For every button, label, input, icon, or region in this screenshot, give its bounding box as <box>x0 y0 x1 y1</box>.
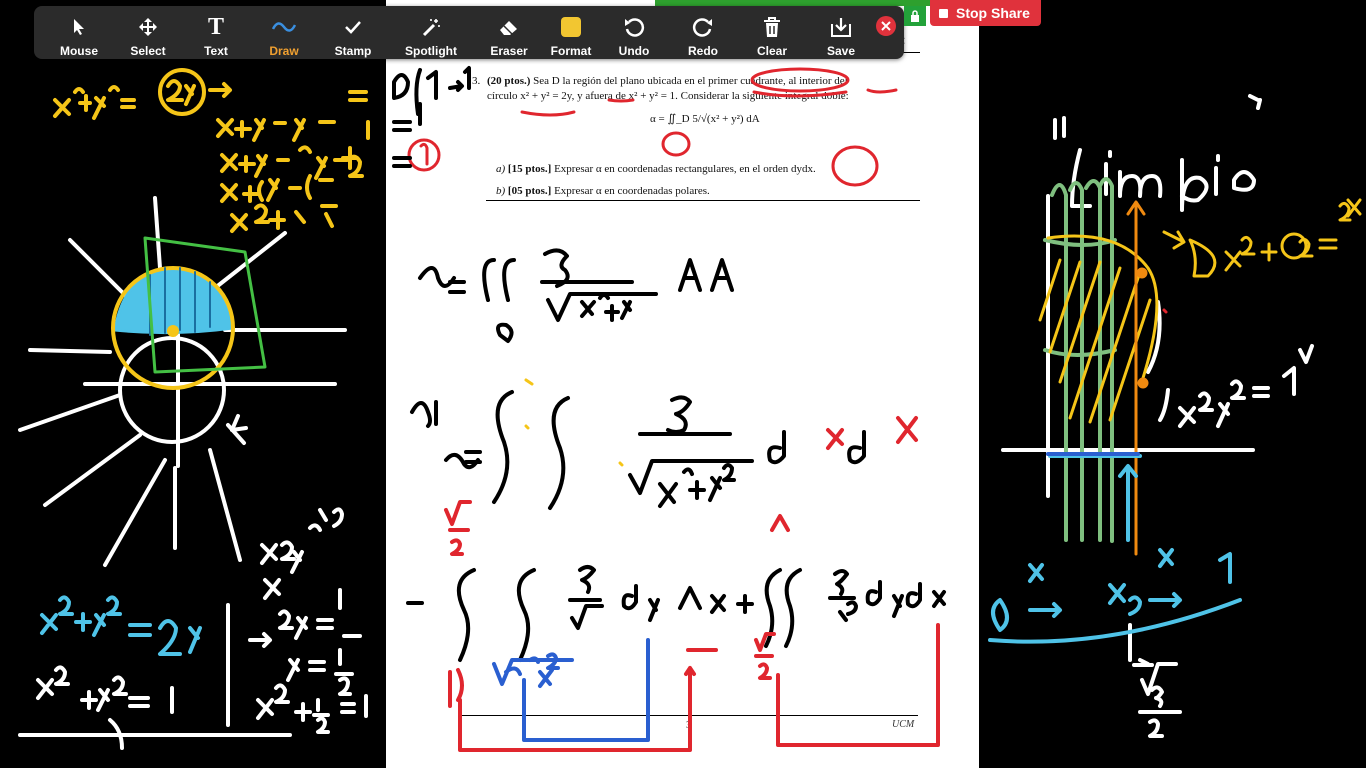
tool-save[interactable]: Save <box>825 6 857 59</box>
left-white-sketch <box>18 196 347 600</box>
tool-mouse-label: Mouse <box>59 44 98 58</box>
color-swatch-icon <box>561 14 581 40</box>
right-cyan-limits <box>988 454 1242 644</box>
tool-clear-label: Clear <box>756 44 788 58</box>
move-arrows-icon <box>138 14 158 40</box>
stop-square-icon <box>939 8 948 18</box>
left-shaded-region <box>111 236 267 390</box>
tool-format-label: Format <box>550 44 592 58</box>
save-download-icon <box>830 14 852 40</box>
mouse-pointer-icon <box>71 14 87 40</box>
redo-icon <box>692 14 714 40</box>
tool-clear[interactable]: Clear <box>756 6 788 59</box>
right-orange-line <box>1126 200 1149 556</box>
annotation-toolbar: Mouse Select T Text Draw Stamp Spotlight… <box>34 6 904 59</box>
eraser-icon <box>498 14 520 40</box>
right-green-strips <box>1043 177 1117 543</box>
tool-draw[interactable]: Draw <box>267 6 301 59</box>
text-t-icon: T <box>207 13 224 40</box>
tool-eraser[interactable]: Eraser <box>490 6 528 59</box>
tool-redo[interactable]: Redo <box>687 6 719 59</box>
right-red-dot <box>1162 308 1168 314</box>
right-yellow-region <box>1038 198 1362 424</box>
annotation-ink-layer[interactable] <box>0 0 1366 768</box>
close-x-icon <box>881 21 891 31</box>
tool-undo-label: Undo <box>618 44 650 58</box>
tool-eraser-label: Eraser <box>490 44 528 58</box>
magic-wand-icon <box>421 14 441 40</box>
center-yellow-dots <box>524 378 624 467</box>
center-red-marks <box>407 67 898 187</box>
tool-stamp-label: Stamp <box>334 44 372 58</box>
stop-share-button[interactable]: Stop Share <box>930 0 1041 26</box>
tool-select[interactable]: Select <box>128 6 168 59</box>
left-cyan-equation <box>40 595 202 656</box>
left-yellow-equations <box>53 68 370 233</box>
tool-spotlight-label: Spotlight <box>405 44 457 58</box>
tool-text[interactable]: T Text <box>200 6 232 59</box>
tool-redo-label: Redo <box>688 44 718 58</box>
tool-stamp[interactable]: Stamp <box>333 6 373 59</box>
tool-undo[interactable]: Undo <box>618 6 650 59</box>
tool-format[interactable]: Format <box>551 6 591 59</box>
close-toolbar-button[interactable] <box>876 16 896 36</box>
tool-text-label: Text <box>204 44 228 58</box>
tool-draw-label: Draw <box>269 44 299 58</box>
center-black-handwriting <box>392 66 946 662</box>
tool-spotlight[interactable]: Spotlight <box>404 6 458 59</box>
lock-icon <box>904 6 926 26</box>
draw-wave-icon <box>272 14 296 40</box>
stop-share-label: Stop Share <box>956 5 1030 21</box>
undo-icon <box>623 14 645 40</box>
tool-mouse[interactable]: Mouse <box>58 6 100 59</box>
tool-select-label: Select <box>130 44 166 58</box>
center-blue-bounds <box>492 638 650 742</box>
checkmark-icon <box>344 14 362 40</box>
trash-icon <box>762 14 782 40</box>
tool-save-label: Save <box>826 44 856 58</box>
